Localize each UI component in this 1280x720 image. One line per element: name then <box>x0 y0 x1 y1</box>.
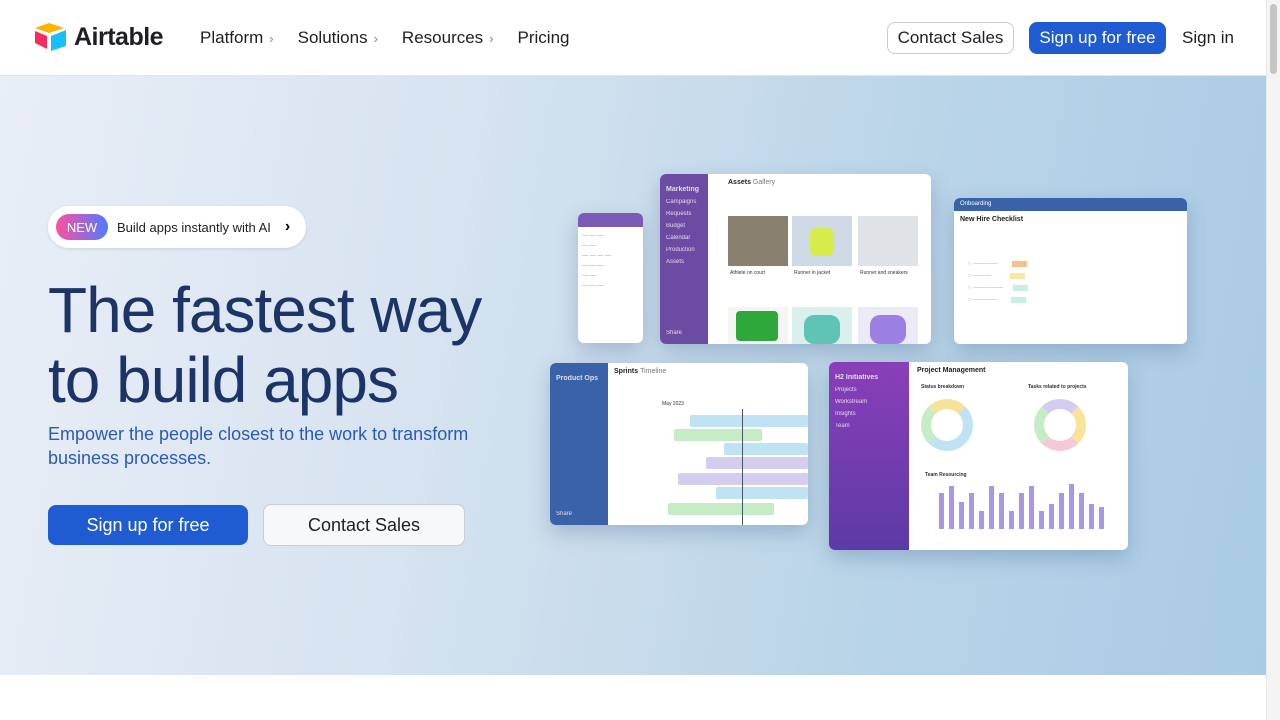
sign-in-link[interactable]: Sign in <box>1176 22 1240 54</box>
resourcing-bars <box>939 484 1119 529</box>
mock-bar <box>949 486 954 529</box>
menu-label: Pricing <box>517 28 570 47</box>
mock-bar <box>1019 493 1024 529</box>
brand-name: Airtable <box>74 22 164 51</box>
product-ops-mockup: Product Ops Share Sprints Timeline May 2… <box>550 363 808 525</box>
workspace-name: Onboarding <box>954 198 1187 211</box>
mock-bar <box>1089 504 1094 529</box>
onboarding-mockup: Onboarding New Hire Checklist ○ ———— xxx… <box>954 198 1187 344</box>
mock-nav: Workstream <box>835 399 868 405</box>
workspace-name: Marketing <box>666 186 700 193</box>
menu-pricing[interactable]: Pricing <box>518 28 570 48</box>
workspace-name: H2 Initiatives <box>835 374 879 381</box>
mock-bar <box>969 493 974 529</box>
mock-bar <box>1099 506 1104 529</box>
menu-label: Platform <box>200 28 264 47</box>
top-nav: Airtable Platform › Solutions › Resources ›… <box>0 0 1266 76</box>
mock-nav: Assets <box>666 259 685 265</box>
new-badge: NEW <box>56 214 108 240</box>
hero-title: The fastest way to build apps <box>48 274 482 416</box>
mock-share: Share <box>666 330 683 336</box>
contact-sales-button[interactable]: Contact Sales <box>887 22 1014 54</box>
mock-view-type: Timeline <box>640 368 667 375</box>
mock-nav: Budget <box>666 223 686 229</box>
card-title: Athlete on court <box>730 270 766 276</box>
mock-month: May 2023 <box>662 401 684 407</box>
mock-bar <box>939 493 944 529</box>
card-title: Runner in jacket <box>794 270 831 276</box>
menu-label: Solutions <box>297 28 368 47</box>
workspace-name: Product Ops <box>556 375 599 382</box>
ai-announcement-pill[interactable]: NEW Build apps instantly with AI › <box>48 206 306 248</box>
marketing-mockup: Marketing Campaigns Requests Budget Cale… <box>660 174 931 344</box>
next-section <box>0 675 1266 720</box>
scrollbar[interactable] <box>1266 0 1280 720</box>
title-line: to build apps <box>48 344 399 416</box>
mock-bar <box>999 493 1004 529</box>
mock-bar <box>1029 486 1034 529</box>
title-line: The fastest way <box>48 274 482 346</box>
mock-share: Share <box>556 511 573 517</box>
mock-view: Sprints <box>614 368 639 375</box>
mock-title: Project Management <box>917 367 986 374</box>
mock-title: New Hire Checklist <box>960 216 1024 223</box>
mock-bar <box>1049 504 1054 529</box>
hero-contact-sales-button[interactable]: Contact Sales <box>263 504 465 546</box>
hero-sign-up-button[interactable]: Sign up for free <box>48 505 248 545</box>
mock-chart-title: Tasks related to projects <box>1028 384 1087 390</box>
mock-nav: Team <box>835 423 850 429</box>
mock-chart-title: Status breakdown <box>921 384 965 390</box>
menu-solutions[interactable]: Solutions › <box>298 28 378 48</box>
mock-view-type: Gallery <box>752 179 776 186</box>
menu-resources[interactable]: Resources › <box>402 28 494 48</box>
mock-nav: Requests <box>666 211 692 217</box>
main-menu: Platform › Solutions › Resources › Pricing <box>200 28 570 48</box>
mobile-mockup: — — — — — — — — — — — — — — — — — <box>578 213 643 343</box>
mock-bar <box>979 511 984 529</box>
chevron-right-icon: › <box>269 31 274 46</box>
card-title: Runner and sneakers <box>860 270 908 276</box>
mock-bar <box>959 502 964 529</box>
mock-nav: Campaigns <box>666 199 697 205</box>
mock-bar <box>1009 511 1014 529</box>
menu-platform[interactable]: Platform › <box>200 28 274 48</box>
chevron-right-icon: › <box>489 31 494 46</box>
scrollbar-thumb[interactable] <box>1270 4 1277 74</box>
mock-chart-title: Team Resourcing <box>925 472 967 478</box>
chevron-right-icon: › <box>373 31 378 46</box>
chevron-right-icon: › <box>284 218 291 235</box>
mock-nav: Production <box>666 247 695 253</box>
sign-up-button[interactable]: Sign up for free <box>1029 22 1166 54</box>
airtable-logo[interactable]: Airtable <box>34 22 164 52</box>
mock-bar <box>989 486 994 529</box>
mock-nav: Projects <box>835 387 857 393</box>
mock-bar <box>1069 484 1074 529</box>
mock-bar <box>1079 493 1084 529</box>
mock-view: Assets <box>728 179 751 186</box>
mock-bar <box>1039 511 1044 529</box>
mock-bar <box>1059 493 1064 529</box>
airtable-logo-icon <box>35 23 66 51</box>
menu-label: Resources <box>401 28 484 47</box>
mock-nav: Insights <box>835 411 856 417</box>
announcement-text: Build apps instantly with AI <box>117 219 271 235</box>
hero-subtitle: Empower the people closest to the work t… <box>48 424 469 468</box>
mock-nav: Calendar <box>666 235 691 241</box>
h2-initiatives-mockup: H2 Initiatives Projects Workstream Insig… <box>829 362 1128 550</box>
